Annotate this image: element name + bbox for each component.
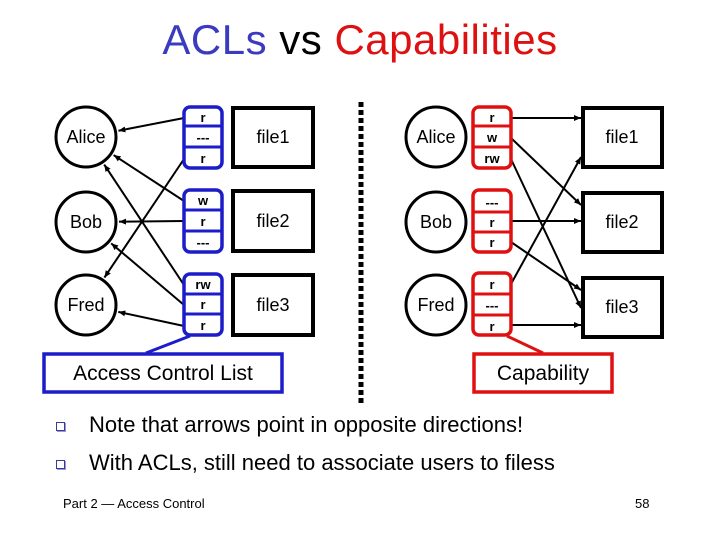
acl-user-fred: Fred — [54, 273, 118, 337]
capability-list-alice: r w rw — [471, 105, 513, 170]
capability-entry: r — [489, 215, 494, 230]
cap-user-fred: Fred — [404, 273, 468, 337]
user-name: Fred — [67, 295, 104, 315]
acl-arrow — [110, 242, 185, 306]
cap-user-bob: Bob — [404, 190, 468, 254]
square-bullet-icon — [56, 460, 65, 469]
acl-arrow — [118, 117, 185, 133]
acl-user-alice: Alice — [54, 105, 118, 169]
capability-label: Capability — [497, 362, 590, 385]
footer-section-label: Part 2 — Access Control — [63, 496, 205, 511]
capability-entry: r — [489, 319, 494, 334]
file-name: file3 — [605, 297, 638, 317]
cap-user-alice: Alice — [404, 105, 468, 169]
square-bullet-icon — [56, 422, 65, 431]
acl-entry: r — [200, 110, 205, 125]
capability-entry: r — [489, 235, 494, 250]
acl-entry: r — [200, 297, 205, 312]
acl-entry: --- — [197, 130, 210, 145]
acl-entry: rw — [195, 277, 211, 292]
capability-entry: rw — [484, 151, 500, 166]
capability-lists: r w rw --- r r r --- r — [471, 105, 513, 337]
bullet-text: Note that arrows point in opposite direc… — [89, 412, 524, 437]
acl-list-file3: rw r r — [182, 272, 224, 337]
capability-entry: w — [486, 130, 498, 145]
acl-files: file1 file2 file3 — [231, 106, 315, 337]
capability-entry: r — [489, 110, 494, 125]
file-name: file1 — [605, 127, 638, 147]
page-number: 58 — [635, 496, 650, 511]
capability-arrow — [510, 137, 582, 206]
slide: ACLs vs Capabilities Alice Bob Fred r --… — [0, 0, 720, 540]
acl-users: Alice Bob Fred — [54, 105, 118, 337]
file-name: file2 — [256, 211, 289, 231]
acl-label-callout: Access Control List — [42, 334, 284, 394]
capability-arrows — [510, 115, 582, 328]
capability-arrow — [510, 158, 582, 309]
capability-entry: --- — [486, 298, 499, 313]
bullet-text: With ACLs, still need to associate users… — [89, 450, 555, 475]
capability-list-fred: r --- r — [471, 271, 513, 337]
cap-file2: file2 — [581, 191, 664, 254]
file-name: file1 — [256, 127, 289, 147]
acl-callout-connector — [145, 334, 191, 355]
capability-callout-connector — [506, 334, 544, 355]
acl-label: Access Control List — [73, 362, 253, 385]
cap-users: Alice Bob Fred — [404, 105, 468, 337]
acl-entry: r — [200, 214, 205, 229]
capability-label-callout: Capability — [472, 334, 614, 394]
acl-lists: r --- r w r --- rw r r — [182, 105, 224, 337]
acl-user-bob: Bob — [54, 190, 118, 254]
acl-file3: file3 — [231, 273, 315, 337]
acl-file1: file1 — [231, 106, 315, 169]
acl-entry: w — [197, 193, 209, 208]
cap-files: file1 file2 file3 — [581, 106, 664, 339]
acl-list-file2: w r --- — [182, 188, 224, 254]
acl-entry: r — [200, 318, 205, 333]
acl-arrow — [118, 218, 185, 225]
user-name: Alice — [416, 127, 455, 147]
acl-entry: --- — [197, 235, 210, 250]
cap-file1: file1 — [581, 106, 664, 169]
file-name: file2 — [605, 212, 638, 232]
file-name: file3 — [256, 295, 289, 315]
user-name: Bob — [420, 212, 452, 232]
acl-list-file1: r --- r — [182, 105, 224, 170]
acl-arrow — [118, 310, 185, 327]
acl-entry: r — [200, 151, 205, 166]
capability-entry: r — [489, 277, 494, 292]
acl-file2: file2 — [231, 189, 315, 253]
user-name: Bob — [70, 212, 102, 232]
user-name: Fred — [417, 295, 454, 315]
capability-entry: --- — [486, 195, 499, 210]
cap-file3: file3 — [581, 276, 664, 339]
user-name: Alice — [66, 127, 105, 147]
capability-list-bob: --- r r — [471, 188, 513, 254]
